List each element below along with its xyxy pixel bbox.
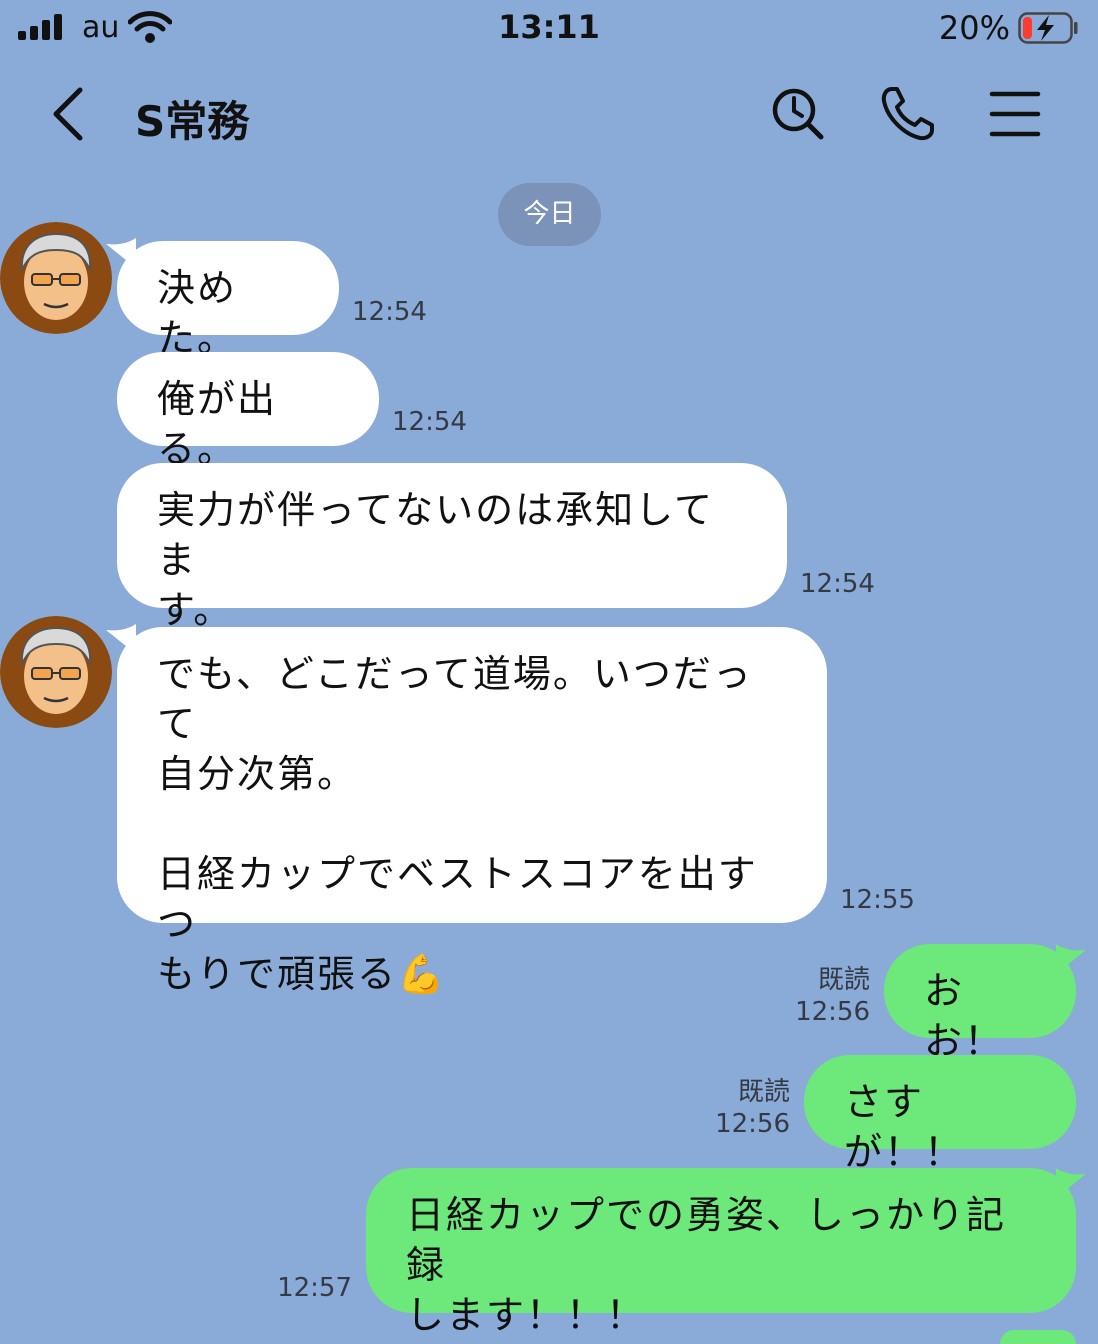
status-time: 13:11	[498, 8, 600, 46]
message-time: 12:55	[840, 885, 915, 915]
avatar[interactable]	[0, 222, 112, 334]
message-bubble-incoming[interactable]: 決めた。	[117, 241, 339, 360]
phone-icon[interactable]	[878, 84, 938, 144]
chat-title[interactable]: S常務	[135, 88, 249, 149]
avatar-portrait-icon	[0, 222, 112, 334]
avatar[interactable]	[0, 616, 112, 728]
menu-icon[interactable]	[985, 84, 1045, 144]
chevron-left-icon[interactable]	[44, 84, 92, 144]
message-time: 12:54	[392, 407, 467, 437]
message-bubble-outgoing[interactable]: さすが！！	[804, 1055, 1076, 1174]
chat-header: S常務	[0, 60, 1098, 170]
avatar-portrait-icon	[0, 616, 112, 728]
message-time: 12:54	[352, 297, 427, 327]
read-receipt: 既読	[737, 1077, 790, 1107]
message-time: 12:54	[800, 569, 875, 599]
battery-charging-icon	[1018, 12, 1078, 44]
message-time: 12:57	[277, 1273, 352, 1303]
message-bubble-incoming[interactable]: 俺が出る。	[117, 352, 379, 471]
date-separator: 今日	[498, 183, 601, 246]
battery-percent: 20%	[938, 9, 1010, 47]
search-icon[interactable]	[768, 84, 828, 144]
message-bubble-outgoing-partial[interactable]	[1000, 1330, 1076, 1344]
message-bubble-incoming[interactable]: 実力が伴ってないのは承知してま す。	[117, 463, 787, 632]
message-bubble-outgoing[interactable]: おお！	[884, 944, 1076, 1063]
message-time: 12:56	[795, 997, 870, 1027]
message-bubble-outgoing[interactable]: 日経カップでの勇姿、しっかり記録 します！！！	[366, 1168, 1076, 1337]
read-receipt: 既読	[817, 965, 870, 995]
message-bubble-incoming[interactable]: でも、どこだって道場。いつだって 自分次第。 日経カップでベストスコアを出すつ …	[117, 627, 827, 996]
status-bar: au 13:11 20%	[0, 0, 1098, 56]
message-time: 12:56	[715, 1109, 790, 1139]
